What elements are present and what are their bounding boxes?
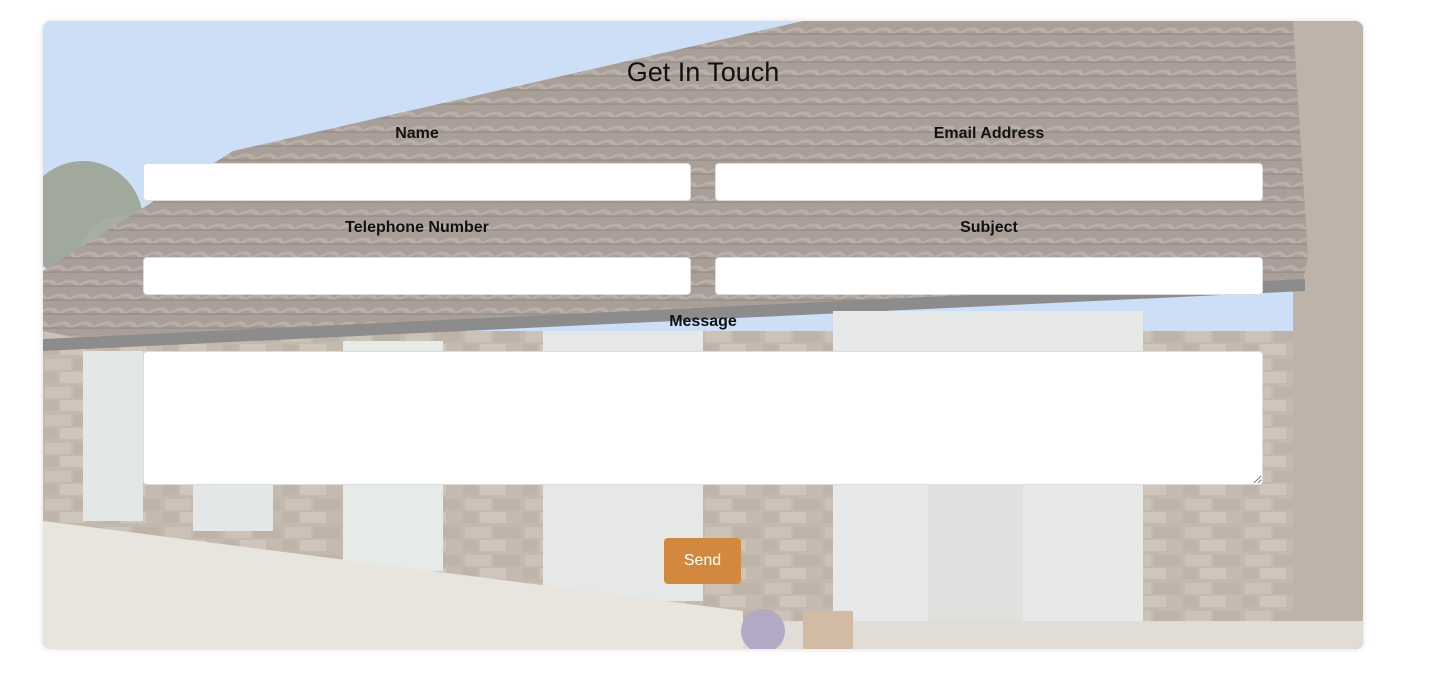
- name-input[interactable]: [143, 163, 691, 201]
- subject-label: Subject: [960, 219, 1018, 236]
- send-button[interactable]: Send: [664, 538, 741, 584]
- subject-input[interactable]: [715, 257, 1263, 295]
- contact-card: Get In Touch Name Email Address Telephon…: [43, 21, 1363, 649]
- email-input[interactable]: [715, 163, 1263, 201]
- email-label: Email Address: [933, 125, 1045, 142]
- telephone-input[interactable]: [143, 257, 691, 295]
- message-textarea[interactable]: [143, 351, 1263, 485]
- page-title: Get In Touch: [626, 57, 780, 87]
- name-label: Name: [395, 125, 439, 142]
- telephone-label: Telephone Number: [345, 219, 489, 236]
- message-label: Message: [669, 313, 737, 330]
